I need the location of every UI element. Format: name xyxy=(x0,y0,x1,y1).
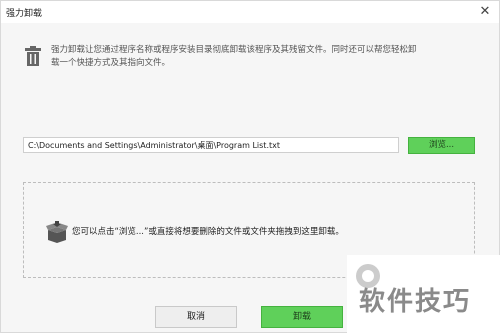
title-bar: 强力卸载 ✕ xyxy=(1,1,499,23)
watermark: 软件技巧 xyxy=(347,255,500,333)
window-title: 强力卸载 xyxy=(6,9,43,19)
uninstall-dialog: 强力卸载 ✕ 强力卸载让您通过程序名称或程序安装目录彻底卸载该程序及其残留文件。… xyxy=(0,0,500,333)
close-icon[interactable]: ✕ xyxy=(477,4,493,20)
trash-icon xyxy=(25,46,41,66)
description-line-1: 强力卸载让您通过程序名称或程序安装目录彻底卸载该程序及其残留文件。同时还可以帮您… xyxy=(51,45,417,55)
path-input[interactable] xyxy=(23,137,399,153)
open-box-icon xyxy=(46,221,68,243)
cancel-button[interactable]: 取消 xyxy=(155,306,237,328)
browse-button[interactable]: 浏览... xyxy=(408,137,475,154)
watermark-text: 软件技巧 xyxy=(359,287,472,317)
uninstall-button[interactable]: 卸载 xyxy=(261,306,343,328)
description-line-2: 载一个快捷方式及其指向文件。 xyxy=(51,58,171,68)
drop-instruction: 您可以点击“浏览...”或直接将想要删除的文件或文件夹拖拽到这里卸载。 xyxy=(72,227,344,237)
description-text: 强力卸载让您通过程序名称或程序安装目录彻底卸载该程序及其残留文件。同时还可以帮您… xyxy=(51,44,471,70)
